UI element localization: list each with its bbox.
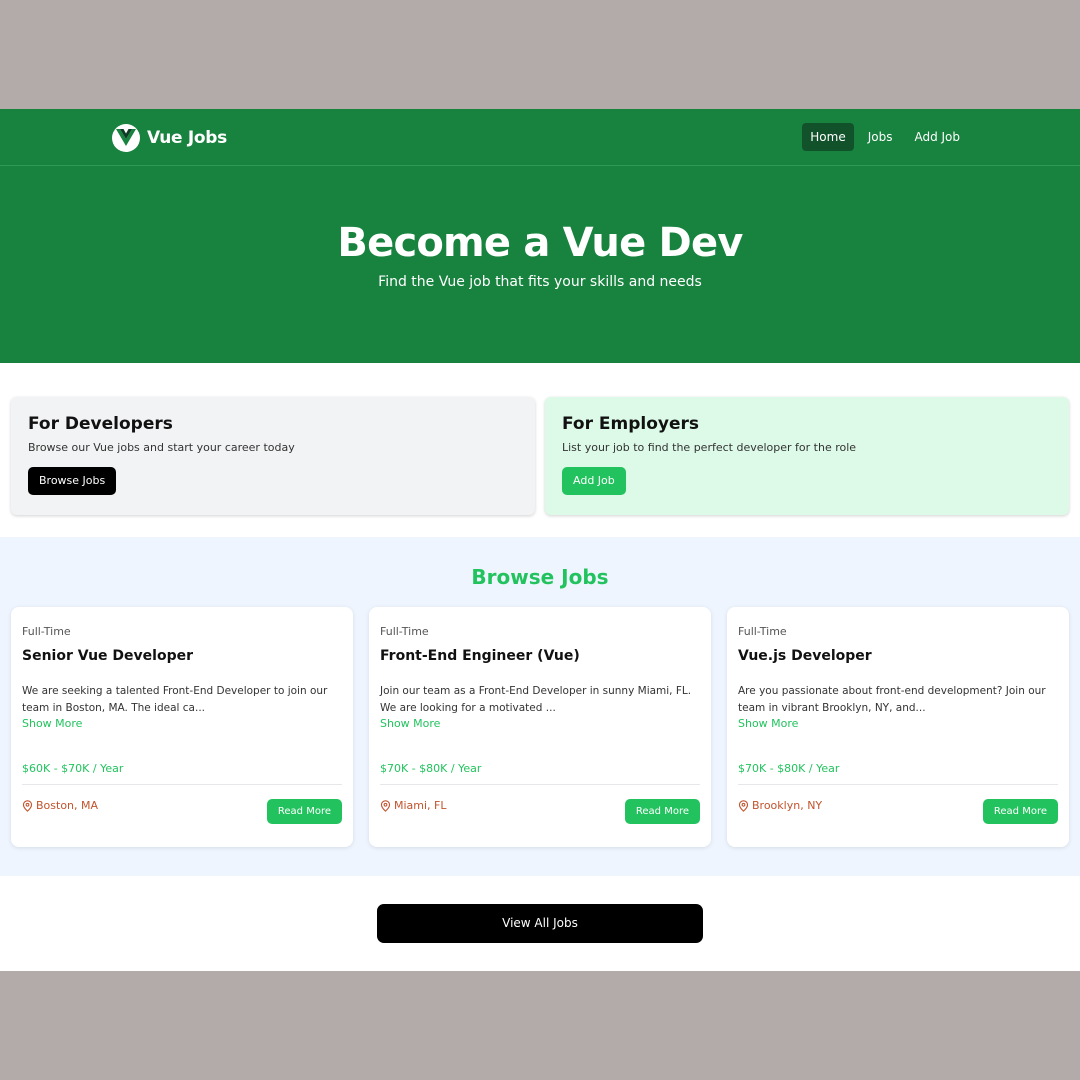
map-pin-icon [738,799,749,812]
job-description: Are you passionate about front-end devel… [738,685,1046,714]
hero-title: Become a Vue Dev [337,220,743,266]
job-title: Front-End Engineer (Vue) [380,648,580,664]
job-type: Full-Time [380,625,429,638]
job-location: Boston, MA [22,799,98,812]
job-title: Vue.js Developer [738,648,872,664]
hero-subtitle: Find the Vue job that fits your skills a… [378,274,702,290]
map-pin-icon [22,799,33,812]
show-more-link[interactable]: Show More [380,717,440,730]
navbar: Vue Jobs Home Jobs Add Job [0,109,1080,166]
browse-jobs-title: Browse Jobs [471,565,609,589]
employers-card-text: List your job to find the perfect develo… [562,441,857,454]
divider [380,784,700,785]
map-pin-icon [380,799,391,812]
divider [738,784,1058,785]
read-more-button[interactable]: Read More [266,799,342,824]
divider [22,784,342,785]
developers-card-text: Browse our Vue jobs and start your caree… [28,441,295,454]
show-more-link[interactable]: Show More [22,717,82,730]
job-location: Miami, FL [380,799,447,812]
job-location: Brooklyn, NY [738,799,822,812]
nav-links: Home Jobs Add Job [802,123,968,151]
read-more-button[interactable]: Read More [624,799,700,824]
job-salary: $70K - $80K / Year [380,762,482,775]
employers-card: For Employers List your job to find the … [545,397,1069,515]
view-all-jobs-button[interactable]: View All Jobs [377,904,703,943]
developers-card: For Developers Browse our Vue jobs and s… [11,397,535,515]
hero: Become a Vue Dev Find the Vue job that f… [0,166,1080,363]
nav-home[interactable]: Home [802,123,854,151]
add-job-button[interactable]: Add Job [562,467,626,495]
job-type: Full-Time [22,625,71,638]
nav-add-job[interactable]: Add Job [906,123,968,151]
job-description: We are seeking a talented Front-End Deve… [22,685,328,714]
job-location-text: Brooklyn, NY [752,799,823,812]
job-title: Senior Vue Developer [22,648,193,664]
job-location-text: Boston, MA [36,799,99,812]
job-listing: Full-Time Front-End Engineer (Vue) Join … [369,607,711,847]
employers-card-title: For Employers [562,414,700,434]
nav-jobs[interactable]: Jobs [860,123,901,151]
vue-logo-icon [112,123,140,152]
job-description: Join our team as a Front-End Developer i… [380,685,692,714]
job-listing: Full-Time Vue.js Developer Are you passi… [727,607,1069,847]
show-more-link[interactable]: Show More [738,717,798,730]
browse-jobs-button[interactable]: Browse Jobs [28,467,117,495]
job-salary: $60K - $70K / Year [22,762,124,775]
job-listing: Full-Time Senior Vue Developer We are se… [11,607,353,847]
read-more-button[interactable]: Read More [982,799,1058,824]
developers-card-title: For Developers [28,414,173,434]
browse-jobs-section: Browse Jobs Full-Time Senior Vue Develop… [0,537,1080,876]
job-location-text: Miami, FL [394,799,447,812]
job-type: Full-Time [738,625,787,638]
job-salary: $70K - $80K / Year [738,762,840,775]
brand[interactable]: Vue Jobs [112,123,227,152]
page: Vue Jobs Home Jobs Add Job Become a Vue … [0,109,1080,971]
brand-name: Vue Jobs [147,127,227,148]
